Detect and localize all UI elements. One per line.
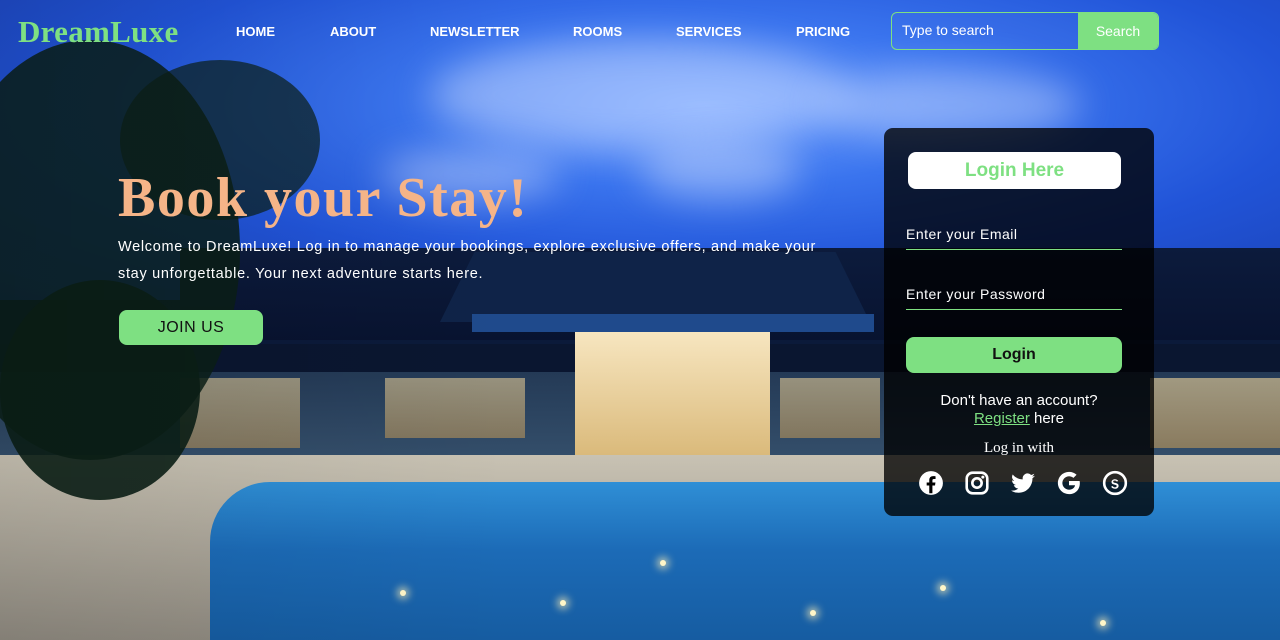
nav-newsletter[interactable]: NEWSLETTER <box>430 24 520 39</box>
signup-prompt: Don't have an account? Register here <box>884 392 1154 428</box>
nav-home[interactable]: HOME <box>236 24 275 39</box>
password-field[interactable] <box>906 279 1122 310</box>
login-form: Login Here Login Don't have an account? … <box>884 128 1154 516</box>
google-icon[interactable] <box>1056 470 1082 496</box>
register-suffix: here <box>1029 410 1065 427</box>
login-form-title: Login Here <box>908 152 1121 189</box>
nav-about[interactable]: ABOUT <box>330 24 376 39</box>
search-button[interactable]: Search <box>1078 13 1158 49</box>
hero-description: Welcome to DreamLuxe! Log in to manage y… <box>118 239 817 282</box>
join-us-button[interactable]: JOIN US <box>119 310 263 345</box>
nav-pricing[interactable]: PRICING <box>796 24 850 39</box>
nav-services[interactable]: SERVICES <box>676 24 742 39</box>
register-link[interactable]: Register <box>974 410 1030 427</box>
signup-prompt-text: Don't have an account? <box>940 392 1098 409</box>
login-button[interactable]: Login <box>906 337 1122 373</box>
social-login-label: Log in with <box>984 440 1054 456</box>
search-input[interactable] <box>892 13 1078 47</box>
brand-logo[interactable]: DreamLuxe <box>18 14 179 50</box>
email-field[interactable] <box>906 219 1122 250</box>
hero-title: Book your Stay! <box>118 167 529 229</box>
skype-icon[interactable] <box>1102 470 1128 496</box>
search-bar: Search <box>891 12 1159 50</box>
facebook-icon[interactable] <box>918 470 944 496</box>
nav-rooms[interactable]: ROOMS <box>573 24 622 39</box>
social-login-icons <box>918 470 1128 496</box>
twitter-icon[interactable] <box>1010 470 1036 496</box>
instagram-icon[interactable] <box>964 470 990 496</box>
navbar: DreamLuxe HOME ABOUT NEWSLETTER ROOMS SE… <box>0 0 1280 62</box>
